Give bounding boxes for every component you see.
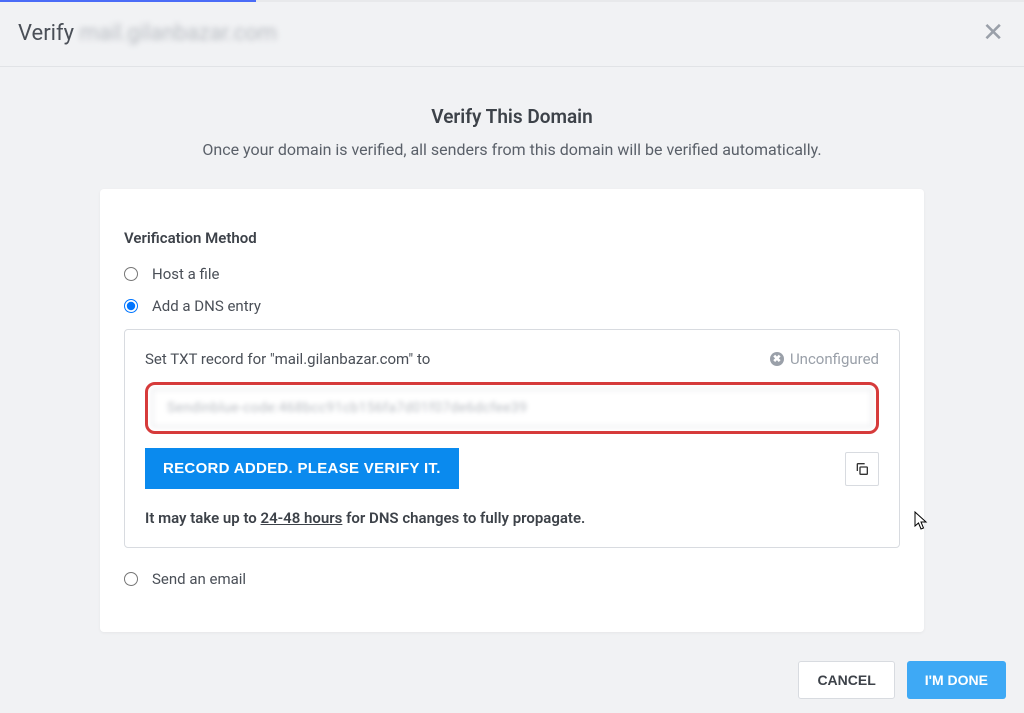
- verification-method-label: Verification Method: [124, 229, 900, 247]
- title-domain: mail.gilanbazar.com: [80, 21, 277, 46]
- verify-record-button[interactable]: RECORD ADDED. PLEASE VERIFY IT.: [145, 448, 459, 489]
- modal-title: Verify mail.gilanbazar.com: [18, 21, 277, 46]
- radio-send-email[interactable]: [124, 572, 138, 586]
- radio-dns-entry[interactable]: [124, 299, 138, 313]
- dns-action-row: RECORD ADDED. PLEASE VERIFY IT.: [145, 448, 879, 489]
- page-title: Verify This Domain: [0, 105, 1024, 128]
- content-heading: Verify This Domain Once your domain is v…: [0, 67, 1024, 159]
- close-icon[interactable]: ✕: [982, 20, 1004, 46]
- copy-button[interactable]: [845, 452, 879, 486]
- radio-host-file-label[interactable]: Host a file: [152, 265, 219, 283]
- radio-host-file-row[interactable]: Host a file: [124, 265, 900, 283]
- unconfigured-icon: ✖: [770, 352, 784, 366]
- radio-send-email-row[interactable]: Send an email: [124, 570, 900, 588]
- txt-record-value[interactable]: Sendinblue-code:468bcc91cb156fa7d01f07de…: [152, 389, 872, 427]
- radio-dns-entry-label[interactable]: Add a DNS entry: [152, 297, 261, 315]
- radio-dns-entry-row[interactable]: Add a DNS entry: [124, 297, 900, 315]
- modal-footer: CANCEL I'M DONE: [798, 661, 1006, 699]
- propagation-note: It may take up to 24-48 hours for DNS ch…: [145, 509, 879, 527]
- verification-card: Verification Method Host a file Add a DN…: [100, 189, 924, 632]
- title-prefix: Verify: [18, 21, 74, 46]
- radio-send-email-label[interactable]: Send an email: [152, 570, 246, 588]
- propagation-hours: 24-48 hours: [261, 509, 343, 527]
- cancel-button[interactable]: CANCEL: [798, 661, 894, 699]
- status-label: Unconfigured: [790, 350, 879, 368]
- modal-header: Verify mail.gilanbazar.com ✕: [0, 2, 1024, 67]
- dns-config-box: Set TXT record for "mail.gilanbazar.com"…: [124, 329, 900, 548]
- dns-instruction: Set TXT record for "mail.gilanbazar.com"…: [145, 350, 430, 368]
- dns-top-row: Set TXT record for "mail.gilanbazar.com"…: [145, 350, 879, 368]
- done-button[interactable]: I'M DONE: [907, 661, 1006, 699]
- propagation-prefix: It may take up to: [145, 509, 261, 527]
- status-badge: ✖ Unconfigured: [770, 350, 879, 368]
- txt-record-highlight: Sendinblue-code:468bcc91cb156fa7d01f07de…: [145, 382, 879, 434]
- propagation-suffix: for DNS changes to fully propagate.: [342, 509, 585, 527]
- radio-host-file[interactable]: [124, 267, 138, 281]
- page-subtitle: Once your domain is verified, all sender…: [0, 140, 1024, 159]
- copy-icon: [854, 461, 870, 477]
